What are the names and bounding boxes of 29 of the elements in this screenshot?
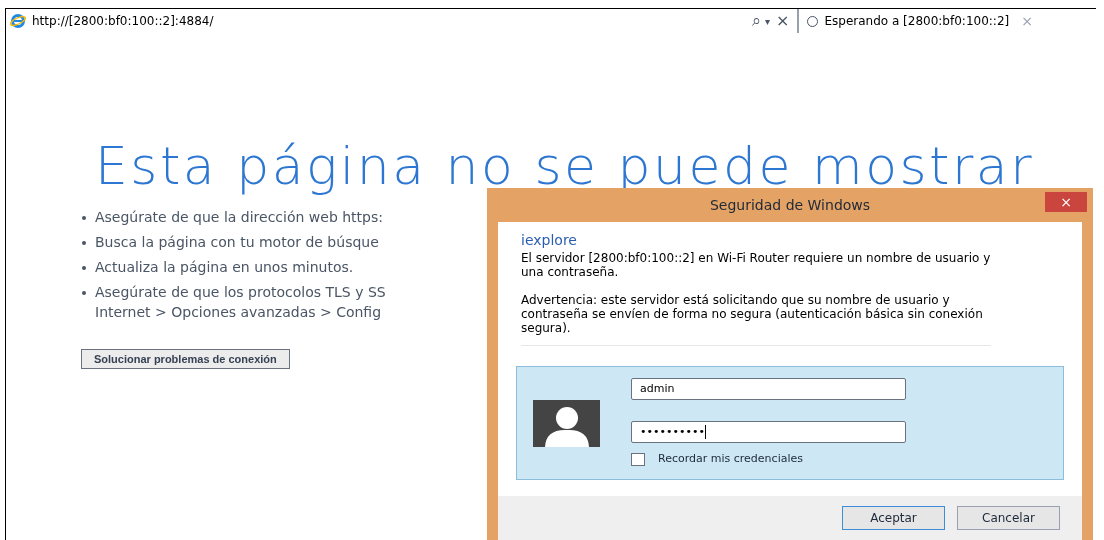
- bullet-text: Actualiza la página en unos minutos.: [95, 257, 354, 277]
- bullet-icon: [82, 265, 86, 270]
- stop-icon[interactable]: ×: [776, 9, 790, 33]
- troubleshoot-button[interactable]: Solucionar problemas de conexión: [81, 348, 290, 369]
- dialog-button[interactable]: Cancelar: [957, 506, 1060, 530]
- close-button[interactable]: ×: [1045, 192, 1087, 212]
- remember-label: Recordar mis credenciales: [658, 451, 803, 468]
- bullet-icon: [82, 290, 86, 295]
- dialog-title: Seguridad de Windows: [709, 195, 871, 215]
- tab-title: Esperando a [2800:bf0:100::2]: [824, 13, 1010, 30]
- bullet-icon: [82, 215, 86, 220]
- bullet-text: Asegúrate de que la dirección web https:: [95, 207, 383, 227]
- bullet-icon: [82, 240, 86, 245]
- app-name: iexplore: [521, 231, 578, 250]
- dialog-button[interactable]: Aceptar: [842, 506, 945, 530]
- password-field[interactable]: ••••••••••: [631, 421, 906, 444]
- username-field[interactable]: admin: [631, 378, 906, 401]
- address-field[interactable]: http://[2800:bf0:100::2]:4884/: [32, 12, 722, 30]
- bullet-text: Asegúrate de que los protocolos TLS y SS: [95, 282, 386, 302]
- dropdown-icon[interactable]: ▾: [765, 13, 771, 29]
- warning-message: Advertencia: este servidor está solicitando que su nombre de usuario y contraseña se envíen de forma no segura (autenticación básica sin conexión segura).: [521, 293, 991, 346]
- bullet-text: Busca la página con tu motor de búsque: [95, 232, 379, 252]
- page-heading: Esta página no se puede mostrar: [95, 135, 1035, 198]
- user-avatar-icon: [533, 399, 600, 447]
- server-message: El servidor [2800:bf0:100::2] en Wi-Fi Router requiere un nombre de usuario y una contraseña.: [521, 251, 991, 279]
- bullet-text: Internet > Opciones avanzadas > Config: [95, 302, 383, 322]
- remember-checkbox[interactable]: [631, 453, 645, 466]
- browser-logo-icon: [10, 13, 26, 29]
- search-icon[interactable]: ⌕: [752, 9, 761, 33]
